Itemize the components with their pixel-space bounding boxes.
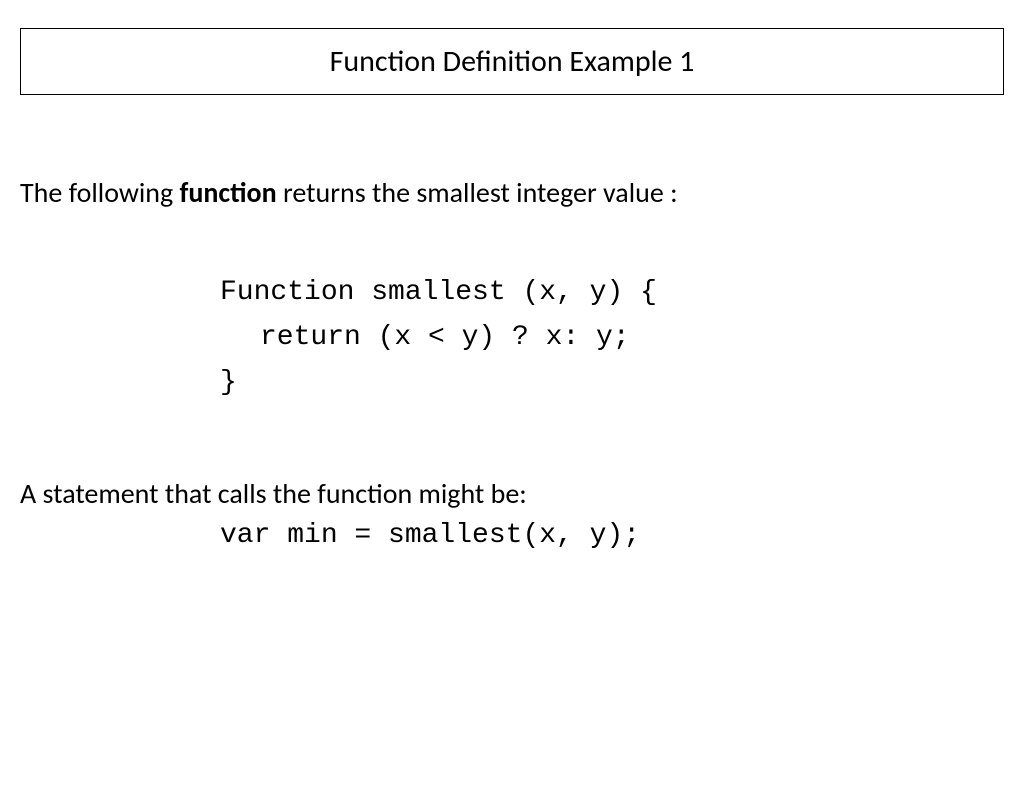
intro-text-post: returns the smallest integer value : (277, 175, 678, 210)
code-line-1: Function smallest (x, y) { (220, 271, 1004, 316)
call-code-line: var min = smallest(x, y); (220, 520, 1004, 551)
intro-paragraph: The following function returns the small… (20, 175, 1004, 211)
call-intro-paragraph: A statement that calls the function migh… (20, 476, 1004, 512)
slide-title: Function Definition Example 1 (20, 28, 1004, 95)
slide-content: The following function returns the small… (0, 175, 1024, 551)
intro-text-bold: function (180, 175, 277, 210)
function-code-block: Function smallest (x, y) { return (x < y… (220, 271, 1004, 405)
intro-text-pre: The following (20, 175, 180, 210)
code-line-2: return (x < y) ? x: y; (220, 316, 1004, 361)
code-line-3: } (220, 361, 1004, 406)
